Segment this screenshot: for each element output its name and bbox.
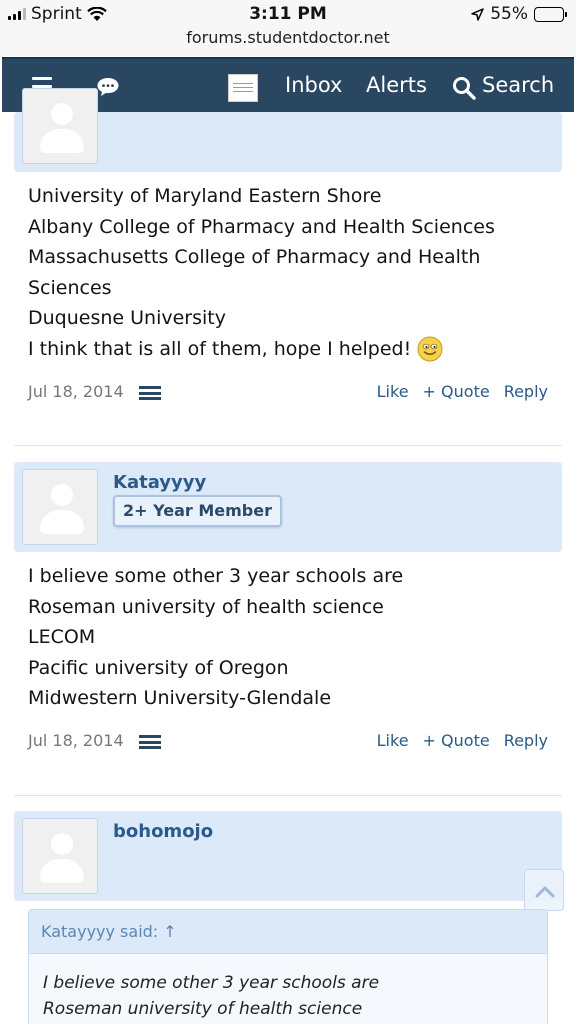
like-button[interactable]: Like bbox=[377, 382, 409, 401]
post-menu-icon[interactable] bbox=[139, 386, 161, 400]
post-meta: Jul 18, 2014 Like + Quote Reply bbox=[28, 382, 548, 406]
message-line: I think that is all of them, hope I help… bbox=[28, 337, 412, 360]
message-line: LECOM bbox=[28, 626, 96, 648]
post-userinfo: Katayyyy 2+ Year Member bbox=[14, 462, 562, 552]
post-userinfo: bohomojo bbox=[14, 811, 562, 901]
chevron-up-icon bbox=[535, 886, 555, 898]
message-line: University of Maryland Eastern Shore bbox=[28, 185, 382, 207]
post-date[interactable]: Jul 18, 2014 bbox=[28, 731, 124, 750]
post-actions: Like + Quote Reply bbox=[377, 382, 548, 401]
post-divider bbox=[14, 795, 562, 796]
post-message: I believe some other 3 year schools are … bbox=[28, 561, 558, 714]
member-badge: 2+ Year Member bbox=[113, 495, 282, 527]
battery-percent: 55% bbox=[490, 4, 528, 24]
reply-button[interactable]: Reply bbox=[504, 382, 548, 401]
message-line: Albany College of Pharmacy and Health Sc… bbox=[28, 215, 495, 238]
quote-button[interactable]: + Quote bbox=[423, 382, 490, 401]
site-logo[interactable] bbox=[228, 74, 258, 102]
post-meta: Jul 18, 2014 Like + Quote Reply bbox=[28, 731, 548, 755]
inbox-link[interactable]: Inbox bbox=[285, 73, 342, 97]
battery-icon bbox=[534, 6, 567, 22]
message-line: Duquesne University bbox=[28, 307, 226, 329]
avatar[interactable] bbox=[22, 469, 98, 545]
like-button[interactable]: Like bbox=[377, 731, 409, 750]
scroll-to-top-button[interactable] bbox=[524, 869, 564, 911]
post-divider bbox=[14, 445, 562, 446]
post-userinfo bbox=[14, 88, 562, 172]
username[interactable]: bohomojo bbox=[113, 821, 213, 842]
message-line: Massachusetts College of Pharmacy and He… bbox=[28, 246, 481, 268]
quote-button[interactable]: + Quote bbox=[423, 731, 490, 750]
smiley-icon bbox=[417, 336, 443, 362]
message-line: Sciences bbox=[28, 276, 112, 299]
search-icon[interactable] bbox=[452, 76, 476, 100]
chat-icon[interactable] bbox=[96, 76, 120, 98]
quote-block: Katayyyy said: ↑ I believe some other 3 … bbox=[28, 909, 548, 1024]
post-message: University of Maryland Eastern Shore Alb… bbox=[28, 181, 558, 364]
quote-author[interactable]: Katayyyy said: ↑ bbox=[29, 910, 547, 954]
avatar[interactable] bbox=[22, 818, 98, 894]
location-arrow-icon bbox=[471, 7, 484, 21]
post-menu-icon[interactable] bbox=[139, 735, 161, 749]
status-bar: Sprint 3:11 PM 55% forums.studentdoctor.… bbox=[0, 0, 576, 56]
avatar[interactable] bbox=[22, 88, 98, 164]
message-line: Midwestern University-Glendale bbox=[28, 687, 332, 709]
search-link[interactable]: Search bbox=[482, 73, 554, 97]
message-line: Roseman university of health science bbox=[28, 595, 384, 618]
username[interactable]: Katayyyy bbox=[113, 472, 206, 493]
post-date[interactable]: Jul 18, 2014 bbox=[28, 382, 124, 401]
message-line: I believe some other 3 year schools are bbox=[28, 565, 404, 587]
quote-line: I believe some other 3 year schools are bbox=[43, 973, 380, 993]
quote-line: Roseman university of health science bbox=[43, 999, 363, 1019]
alerts-link[interactable]: Alerts bbox=[366, 73, 427, 97]
quote-text: I believe some other 3 year schools are … bbox=[29, 954, 547, 1024]
reply-button[interactable]: Reply bbox=[504, 731, 548, 750]
url-bar[interactable]: forums.studentdoctor.net bbox=[0, 28, 576, 47]
message-line: Pacific university of Oregon bbox=[28, 656, 289, 679]
battery-info: 55% bbox=[471, 4, 567, 24]
post-actions: Like + Quote Reply bbox=[377, 731, 548, 750]
